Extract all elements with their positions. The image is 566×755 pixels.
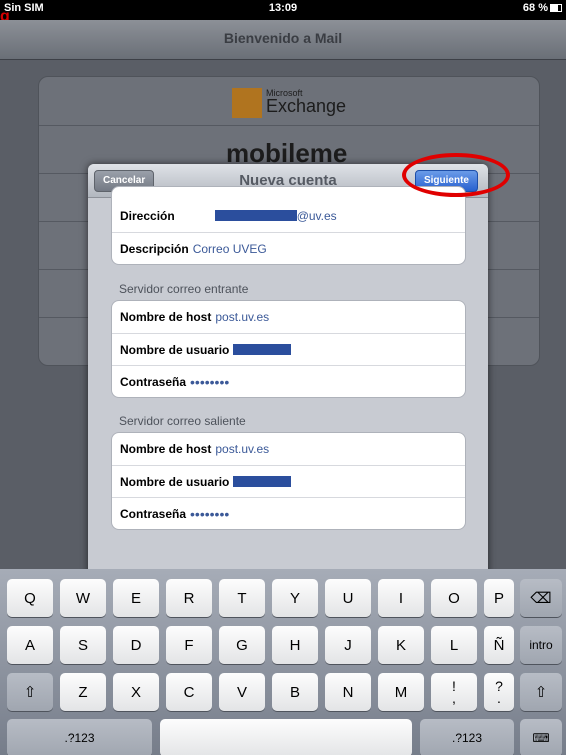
numbers-key-right[interactable]: .?123 <box>420 719 514 755</box>
key-enye[interactable]: Ñ <box>484 626 514 664</box>
outgoing-user-label: Nombre de usuario <box>120 474 230 489</box>
account-group: Dirección @uv.es Descripción Correo UVEG <box>111 186 466 265</box>
incoming-host-label: Nombre de host <box>120 310 212 324</box>
exchange-logo: Microsoft Exchange <box>232 88 372 122</box>
key-l[interactable]: L <box>431 626 477 664</box>
battery-status: 68 % <box>523 2 562 14</box>
key-j[interactable]: J <box>325 626 371 664</box>
key-i[interactable]: I <box>378 579 424 617</box>
key-y[interactable]: Y <box>272 579 318 617</box>
onscreen-keyboard: Q W E R T Y U I O P ⌫ A S D F G H J K L … <box>0 569 566 755</box>
address-label: Dirección <box>120 208 175 223</box>
battery-icon <box>550 4 562 12</box>
key-v[interactable]: V <box>219 673 265 711</box>
shift-key-left[interactable]: ⇧ <box>7 673 53 711</box>
description-row[interactable]: Descripción Correo UVEG <box>112 232 465 264</box>
status-bar: Sin SIM 13:09 68 % <box>0 0 566 20</box>
outgoing-password-row[interactable]: Contraseña •••••••• <box>112 497 465 529</box>
new-account-dialog: Cancelar Nueva cuenta Siguiente Direcció… <box>88 164 488 584</box>
key-f[interactable]: F <box>166 626 212 664</box>
space-bar[interactable] <box>160 719 412 755</box>
key-a[interactable]: A <box>7 626 53 664</box>
key-question-period[interactable]: ?. <box>484 673 514 711</box>
description-label: Descripción <box>120 241 189 256</box>
exchange-icon <box>232 88 262 118</box>
incoming-host-value: post.uv.es <box>215 310 270 324</box>
key-x[interactable]: X <box>113 673 159 711</box>
clock: 13:09 <box>268 2 298 14</box>
background-navbar: Bienvenido a Mail <box>0 20 566 60</box>
key-d[interactable]: D <box>113 626 159 664</box>
key-r[interactable]: R <box>166 579 212 617</box>
highlight-circle-annotation <box>402 153 510 197</box>
key-m[interactable]: M <box>378 673 424 711</box>
key-n[interactable]: N <box>325 673 371 711</box>
hide-keyboard-key[interactable]: ⌨ <box>520 719 562 755</box>
key-h[interactable]: H <box>272 626 318 664</box>
key-b[interactable]: B <box>272 673 318 711</box>
key-q[interactable]: Q <box>7 579 53 617</box>
incoming-server-header: Servidor correo entrante <box>119 282 249 296</box>
dialog-form: Dirección @uv.es Descripción Correo UVEG… <box>88 186 488 584</box>
return-key[interactable]: intro <box>520 626 562 664</box>
shift-icon: ⇧ <box>23 684 37 701</box>
incoming-user-label: Nombre de usuario <box>120 342 230 357</box>
outgoing-host-label: Nombre de host <box>120 442 212 456</box>
shift-key-right[interactable]: ⇧ <box>520 673 562 711</box>
keyboard-dismiss-icon: ⌨ <box>532 731 550 745</box>
outgoing-user-row[interactable]: Nombre de usuario <box>112 465 465 497</box>
redacted-username <box>233 344 292 355</box>
background-title: Bienvenido a Mail <box>223 30 343 46</box>
outgoing-server-group: Nombre de host post.uv.es Nombre de usua… <box>111 432 466 530</box>
key-w[interactable]: W <box>60 579 106 617</box>
incoming-password-label: Contraseña <box>120 374 187 389</box>
key-t[interactable]: T <box>219 579 265 617</box>
incoming-user-row[interactable]: Nombre de usuario <box>112 333 465 365</box>
key-p[interactable]: P <box>484 579 514 617</box>
key-o[interactable]: O <box>431 579 477 617</box>
outgoing-password-value: •••••••• <box>190 505 230 522</box>
outgoing-password-label: Contraseña <box>120 506 187 521</box>
address-domain: @uv.es <box>296 208 337 223</box>
incoming-server-group: Nombre de host post.uv.es Nombre de usua… <box>111 300 466 398</box>
incoming-password-row[interactable]: Contraseña •••••••• <box>112 365 465 397</box>
key-u[interactable]: U <box>325 579 371 617</box>
incoming-password-value: •••••••• <box>190 373 230 390</box>
address-row[interactable]: Dirección @uv.es <box>112 187 465 232</box>
key-k[interactable]: K <box>378 626 424 664</box>
description-value: Correo UVEG <box>192 241 267 256</box>
key-s[interactable]: S <box>60 626 106 664</box>
redacted-email <box>214 210 297 221</box>
key-g[interactable]: G <box>219 626 265 664</box>
backspace-key[interactable]: ⌫ <box>520 579 562 617</box>
battery-percentage: 68 % <box>522 2 548 14</box>
key-e[interactable]: E <box>113 579 159 617</box>
shift-icon: ⇧ <box>534 684 548 701</box>
key-exclamation-comma[interactable]: !, <box>431 673 477 711</box>
key-z[interactable]: Z <box>60 673 106 711</box>
incoming-host-row[interactable]: Nombre de host post.uv.es <box>112 301 465 333</box>
backspace-icon: ⌫ <box>530 590 552 607</box>
redacted-username <box>233 476 292 487</box>
outgoing-host-value: post.uv.es <box>215 442 270 456</box>
numbers-key-left[interactable]: .?123 <box>7 719 152 755</box>
outgoing-server-header: Servidor correo saliente <box>119 414 246 428</box>
outgoing-host-row[interactable]: Nombre de host post.uv.es <box>112 433 465 465</box>
key-c[interactable]: C <box>166 673 212 711</box>
